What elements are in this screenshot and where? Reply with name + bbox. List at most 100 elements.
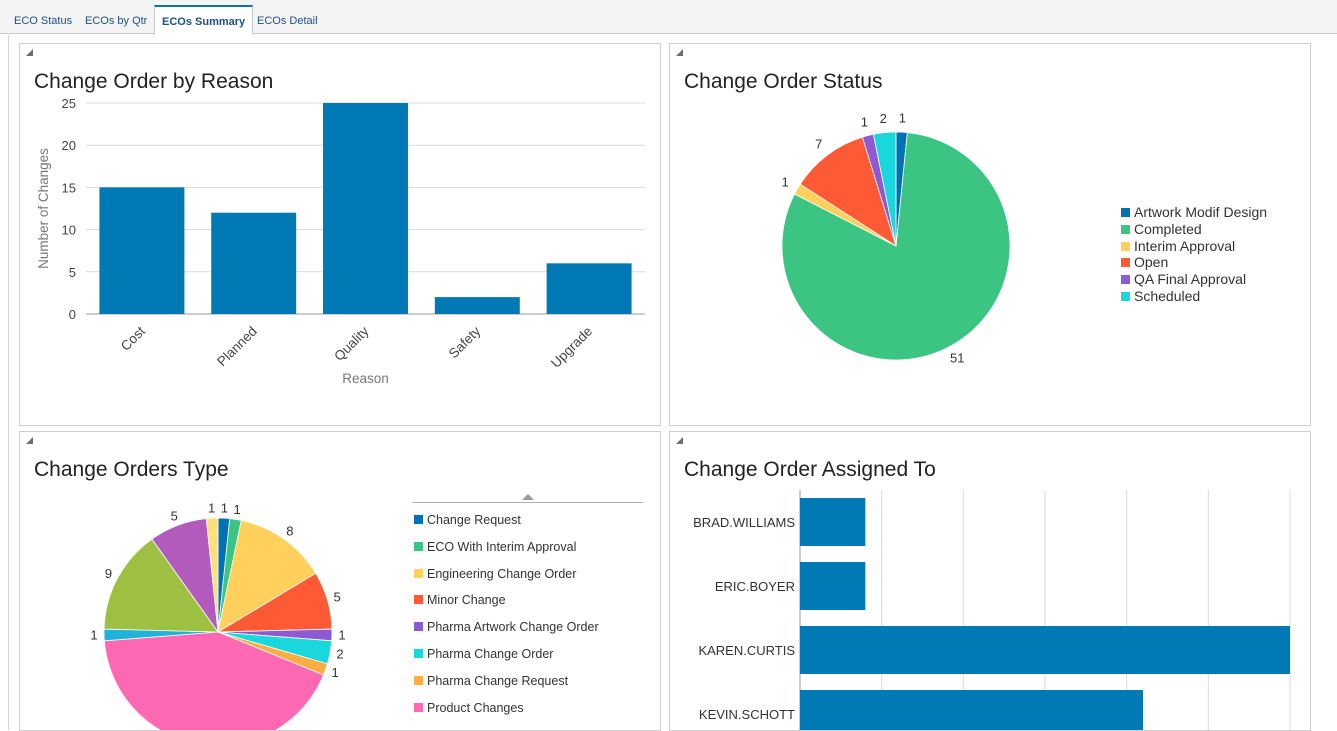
pie-data-label: 2 [336,647,343,662]
pie-data-label: 1 [233,502,240,517]
x-tick-label: Upgrade [548,324,595,371]
pie-data-label: 1 [208,500,215,515]
legend-swatch [414,595,423,605]
status-panel: Change Order Status 1 51 1 7 1 2 Artwork Modi… [669,43,1311,426]
bar-karen-curtis [800,626,1290,674]
legend-label: Open [1134,254,1169,271]
y-tick-label: 0 [69,307,76,322]
pie-data-label: 7 [815,136,822,151]
legend-label: Minor Change [427,593,506,608]
pie-data-label: 8 [286,523,293,538]
type-legend: Change Request ECO With Interim Approval E… [414,512,654,722]
bar-eric-boyer [800,562,866,610]
assigned-panel: Change Order Assigned To BRAD.WILLIAMS ER… [669,431,1311,731]
x-tick-label: Cost [118,323,148,353]
y-tick-label: 5 [69,265,76,280]
x-tick-label: Planned [214,324,260,370]
legend-swatch [414,568,423,578]
reason-panel: Change Order by Reason 0 5 10 15 20 25 Cost Pla… [19,43,661,426]
assigned-chart: BRAD.WILLIAMS ERIC.BOYER KAREN.CURTIS KEVIN… [693,490,1291,730]
dashboard-content: Change Order by Reason 0 5 10 15 20 25 Cost Pla… [8,35,1337,731]
pie-data-label: 1 [338,628,345,643]
tab-ecos-detail[interactable]: ECOs Detail [250,8,325,34]
bar-upgrade [546,263,632,314]
y-tick-label: 10 [62,223,76,238]
legend-swatch [1121,241,1130,251]
x-tick-label: Quality [331,323,371,363]
tab-eco-status[interactable]: ECO Status [7,8,79,34]
pie-data-label: 1 [899,110,906,125]
legend-swatch [414,622,423,632]
legend-label: Interim Approval [1134,237,1236,254]
bar-planned [211,212,297,314]
y-tick-label: ERIC.BOYER [715,579,795,594]
pie-data-label: 1 [331,665,338,680]
status-legend: Artwork Modif Design Completed Interim App… [1121,204,1306,314]
legend-item[interactable]: QA Final Approval [1121,271,1246,287]
legend-label: QA Final Approval [1134,271,1247,288]
legend-swatch [1121,224,1130,234]
legend-swatch [414,649,423,658]
y-tick-label: KEVIN.SCHOTT [699,707,795,722]
pie-data-label: 1 [861,114,868,129]
legend-item[interactable]: Completed [1121,221,1202,237]
legend-label: ECO With Interim Approval [427,539,577,554]
legend-swatch [1121,208,1130,217]
tab-ecos-by-qtr[interactable]: ECOs by Qtr [78,8,154,34]
pie-data-label: 5 [171,508,178,523]
bar-safety [434,297,520,314]
legend-item[interactable]: Product Changes [414,700,524,716]
legend-item[interactable]: Pharma Change Request [414,673,568,689]
x-tick-label: Safety [446,323,484,361]
legend-divider [412,502,643,503]
legend-scroll-up-icon[interactable] [522,494,534,500]
pie-data-label: 1 [90,628,97,643]
legend-item[interactable]: Minor Change [414,592,506,608]
legend-item[interactable]: Change Request [414,512,521,528]
legend-item[interactable]: Interim Approval [1121,238,1235,254]
y-tick-label: KAREN.CURTIS [698,643,795,658]
legend-label: Change Request [427,513,521,527]
legend-swatch [414,675,423,685]
bar-brad-williams [800,498,866,546]
tab-bar: ECO Status ECOs by Qtr ECOs Summary ECOs… [0,0,1337,35]
legend-item[interactable]: Artwork Modif Design [1121,204,1267,220]
y-axis-label: Number of Changes [36,148,51,269]
legend-item[interactable]: Engineering Change Order [414,566,576,582]
bar-quality [323,103,408,314]
bar-cost [99,187,185,314]
legend-item[interactable]: ECO With Interim Approval [414,539,576,555]
legend-label: Scheduled [1134,288,1201,304]
legend-label: Engineering Change Order [427,566,577,581]
type-panel: Change Orders Type 1185121261951 Change … [19,431,661,731]
pie-data-label: 1 [782,174,789,189]
bar-kevin-schott [800,690,1143,730]
pie-data-label: 51 [950,351,964,366]
legend-item[interactable]: Open [1121,254,1168,270]
x-axis-label: Reason [342,371,389,386]
legend-swatch [1121,292,1130,301]
reason-chart: 0 5 10 15 20 25 Cost Planned Quality Safety Upgrad… [36,96,645,386]
tab-ecos-summary[interactable]: ECOs Summary [154,5,254,35]
legend-label: Pharma Artwork Change Order [427,620,599,635]
legend-item[interactable]: Pharma Artwork Change Order [414,619,599,635]
pie-data-label: 1 [221,500,228,515]
pie-data-label: 2 [880,111,887,126]
legend-swatch [1121,258,1130,268]
legend-item[interactable]: Scheduled [1121,288,1200,304]
legend-label: Pharma Change Request [427,673,569,688]
y-tick-label: 20 [62,138,76,153]
pie-data-label: 9 [105,566,112,581]
legend-swatch [414,515,423,524]
legend-label: Artwork Modif Design [1134,204,1268,220]
y-tick-label: BRAD.WILLIAMS [693,515,795,530]
legend-swatch [1121,275,1130,285]
legend-swatch [414,541,423,551]
y-tick-label: 25 [62,96,76,111]
pie-data-label: 5 [333,590,340,605]
legend-label: Completed [1134,220,1202,237]
y-tick-label: 15 [62,180,76,195]
legend-swatch [414,702,423,712]
legend-label: Pharma Change Order [427,647,554,661]
legend-item[interactable]: Pharma Change Order [414,646,553,662]
